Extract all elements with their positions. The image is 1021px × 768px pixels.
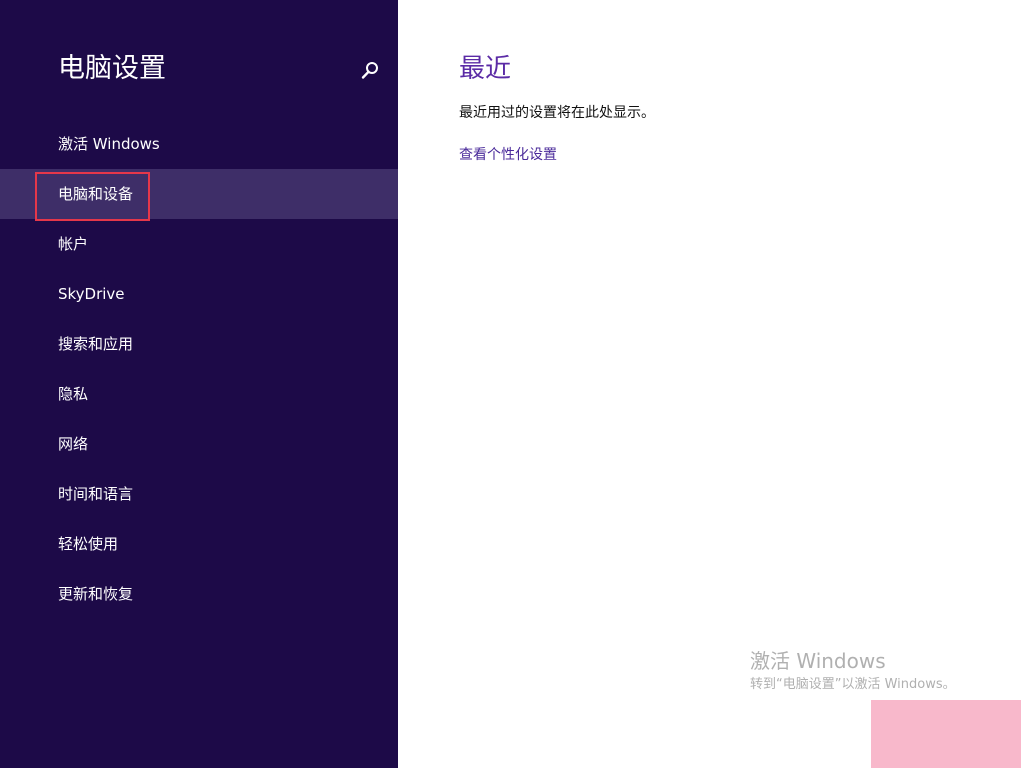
sidebar-item-label: 轻松使用 bbox=[58, 535, 119, 553]
personalization-settings-link[interactable]: 查看个性化设置 bbox=[459, 145, 557, 165]
page-description: 最近用过的设置将在此处显示。 bbox=[459, 105, 655, 121]
activation-watermark-title: 激活 Windows bbox=[750, 649, 886, 673]
sidebar-item-label: 电脑和设备 bbox=[58, 185, 134, 203]
sidebar-item-search-and-apps[interactable]: 搜索和应用 bbox=[0, 319, 398, 369]
sidebar-item-label: 网络 bbox=[58, 435, 89, 453]
sidebar-item-time-and-language[interactable]: 时间和语言 bbox=[0, 469, 398, 519]
sidebar-item-ease-of-access[interactable]: 轻松使用 bbox=[0, 519, 398, 569]
sidebar-title: 电脑设置 bbox=[58, 53, 166, 84]
sidebar-nav: 激活 Windows 电脑和设备 帐户 SkyDrive 搜索和应用 隐私 网络… bbox=[0, 119, 398, 619]
sidebar-item-skydrive[interactable]: SkyDrive bbox=[0, 269, 398, 319]
sidebar-item-privacy[interactable]: 隐私 bbox=[0, 369, 398, 419]
sidebar-item-label: 激活 Windows bbox=[58, 135, 160, 153]
sidebar-item-activate-windows[interactable]: 激活 Windows bbox=[0, 119, 398, 169]
corner-overlay-block bbox=[871, 700, 1021, 768]
sidebar-item-label: 更新和恢复 bbox=[58, 585, 134, 603]
main-content: 最近 最近用过的设置将在此处显示。 查看个性化设置 bbox=[398, 0, 1021, 768]
sidebar-item-label: 搜索和应用 bbox=[58, 335, 134, 353]
sidebar-item-label: 隐私 bbox=[58, 385, 89, 403]
sidebar-item-pc-and-devices[interactable]: 电脑和设备 bbox=[0, 169, 398, 219]
search-icon bbox=[361, 62, 378, 79]
activation-watermark-subtitle: 转到“电脑设置”以激活 Windows。 bbox=[750, 677, 956, 692]
sidebar-item-accounts[interactable]: 帐户 bbox=[0, 219, 398, 269]
page-title: 最近 bbox=[459, 54, 512, 84]
sidebar-item-update-and-recovery[interactable]: 更新和恢复 bbox=[0, 569, 398, 619]
sidebar-item-label: SkyDrive bbox=[58, 285, 125, 303]
search-button[interactable] bbox=[358, 58, 382, 84]
sidebar-item-label: 时间和语言 bbox=[58, 485, 134, 503]
settings-sidebar: 电脑设置 激活 Windows 电脑和设备 帐户 SkyDrive 搜索和应用 … bbox=[0, 0, 398, 768]
sidebar-item-label: 帐户 bbox=[58, 235, 89, 253]
sidebar-item-network[interactable]: 网络 bbox=[0, 419, 398, 469]
